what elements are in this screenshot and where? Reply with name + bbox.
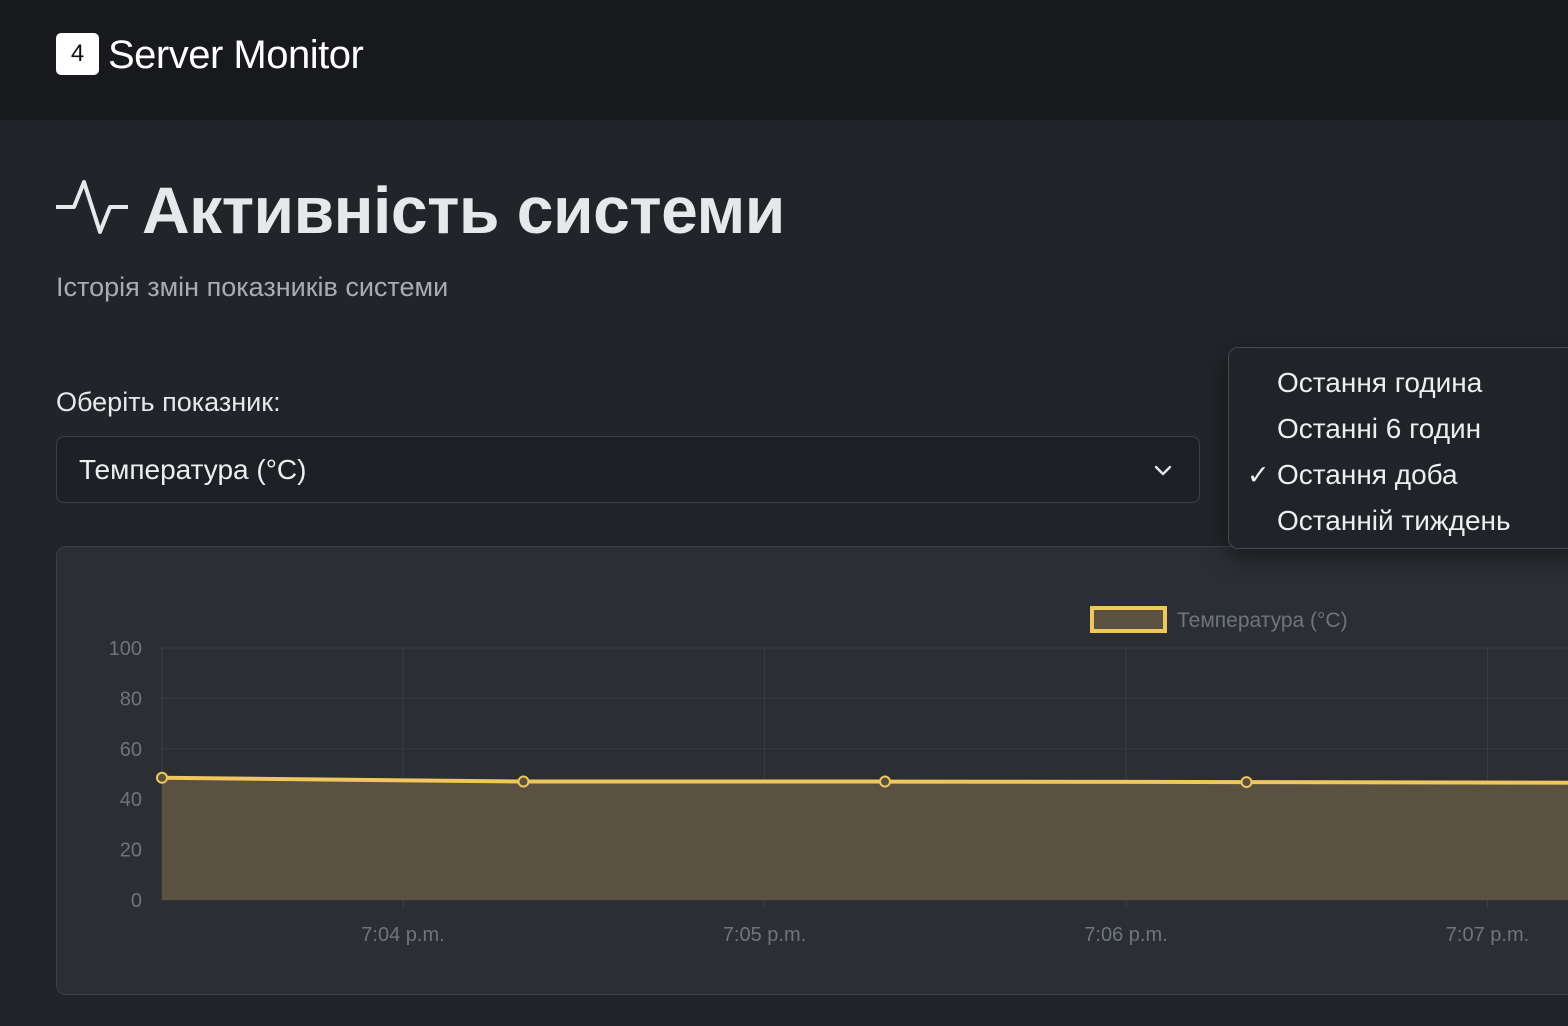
metric-select-label: Оберіть показник: — [56, 387, 281, 417]
legend-swatch — [1090, 606, 1167, 633]
time-range-option[interactable]: Останній тиждень — [1229, 498, 1568, 544]
page-title: Активність системи — [142, 173, 785, 247]
time-range-option-label: Остання доба — [1277, 459, 1458, 490]
check-icon: ✓ — [1247, 460, 1270, 490]
data-point — [879, 775, 891, 788]
chevron-down-icon — [1154, 465, 1172, 476]
legend-label: Температура (°C) — [1177, 609, 1348, 632]
page-subtitle: Історія змін показників системи — [56, 272, 449, 302]
top-bar: 4 Server Monitor — [0, 0, 1568, 120]
time-range-option-label: Останній тиждень — [1277, 505, 1511, 536]
time-range-option-label: Останні 6 годин — [1277, 413, 1482, 444]
x-tick-label: 7:05 p.m. — [723, 924, 806, 946]
temperature-chart: 0 20 40 60 80 100 7:04 p.m. 7:05 p.m. 7:06 p.m. 7… — [109, 606, 1568, 946]
x-tick-label: 7:04 p.m. — [361, 924, 444, 946]
y-tick-label: 60 — [120, 739, 142, 761]
metric-select[interactable]: Температура (°C) — [56, 436, 1200, 503]
y-tick-label: 40 — [120, 789, 142, 811]
y-tick-label: 80 — [120, 688, 142, 710]
chart-card: 0 20 40 60 80 100 7:04 p.m. 7:05 p.m. 7:06 p.m. 7… — [56, 546, 1568, 995]
brand-logo-badge[interactable]: 4 — [56, 33, 99, 75]
time-range-option-selected[interactable]: ✓ Остання доба — [1229, 452, 1568, 498]
y-tick-label: 100 — [109, 638, 142, 660]
time-range-option[interactable]: Остання година — [1229, 360, 1568, 406]
time-range-option[interactable]: Останні 6 годин — [1229, 406, 1568, 452]
time-range-option-label: Остання година — [1277, 367, 1483, 398]
y-tick-label: 20 — [120, 840, 142, 862]
data-point — [1240, 776, 1253, 789]
data-point — [156, 771, 168, 784]
brand-name[interactable]: Server Monitor — [108, 30, 364, 80]
x-tick-label: 7:07 p.m. — [1446, 924, 1529, 946]
activity-pulse-icon — [56, 180, 128, 234]
data-point — [517, 775, 530, 788]
series-area — [162, 777, 1568, 900]
x-tick-label: 7:06 p.m. — [1084, 924, 1167, 946]
metric-select-value: Температура (°C) — [79, 454, 307, 485]
time-range-dropdown: Остання година Останні 6 годин ✓ Остання… — [1228, 347, 1568, 549]
y-tick-label: 0 — [131, 890, 142, 912]
